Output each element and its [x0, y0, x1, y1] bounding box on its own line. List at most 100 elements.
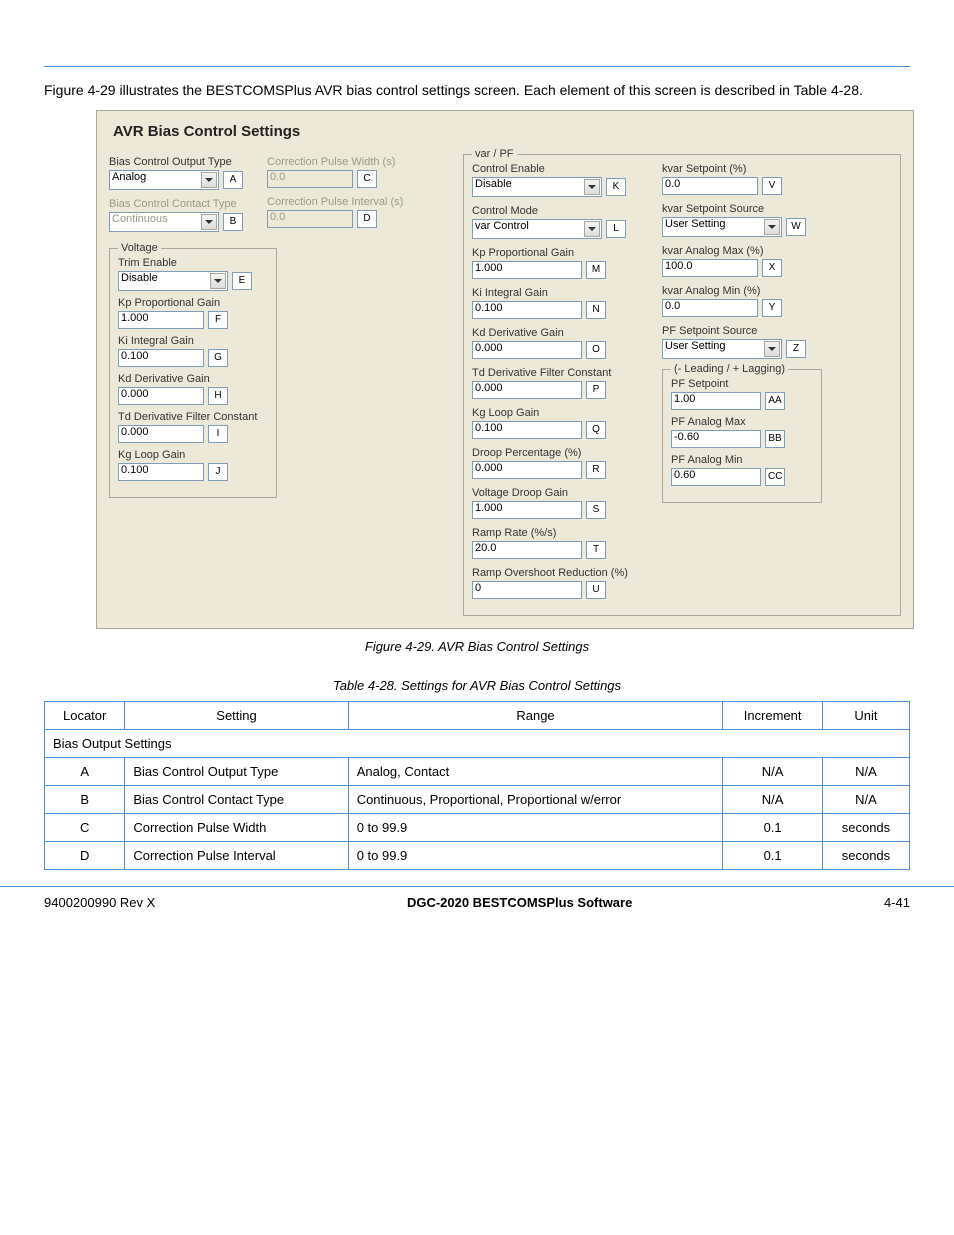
table-row: D Correction Pulse Interval 0 to 99.9 0.… [45, 841, 910, 869]
varpf-legend: var / PF [472, 148, 517, 160]
pf-ss-select[interactable]: User Setting [662, 339, 782, 359]
pf-amax-label: PF Analog Max [671, 416, 813, 428]
tag-cc: CC [765, 468, 785, 486]
ror-input[interactable]: 0 [472, 581, 582, 599]
tag-z: Z [786, 340, 806, 358]
kvar-amax-input[interactable]: 100.0 [662, 259, 758, 277]
voltage-legend: Voltage [118, 242, 161, 254]
p-kp-input[interactable]: 1.000 [472, 261, 582, 279]
droop-pct-input[interactable]: 0.000 [472, 461, 582, 479]
v-td-input[interactable]: 0.000 [118, 425, 204, 443]
tag-d: D [357, 210, 377, 228]
tag-h: H [208, 387, 228, 405]
control-mode-select[interactable]: var Control [472, 219, 602, 239]
droop-pct-label: Droop Percentage (%) [472, 447, 632, 459]
tag-x: X [762, 259, 782, 277]
tag-t: T [586, 541, 606, 559]
bias-contact-type-label: Bias Control Contact Type [109, 198, 243, 210]
v-ki-label: Ki Integral Gain [118, 335, 268, 347]
trim-enable-label: Trim Enable [118, 257, 268, 269]
footer-mid: DGC-2020 BESTCOMSPlus Software [407, 895, 632, 910]
intro-paragraph: Figure 4-29 illustrates the BESTCOMSPlus… [44, 81, 914, 100]
table-row: C Correction Pulse Width 0 to 99.9 0.1 s… [45, 813, 910, 841]
tag-b: B [223, 213, 243, 231]
p-kd-input[interactable]: 0.000 [472, 341, 582, 359]
p-kg-label: Kg Loop Gain [472, 407, 632, 419]
tag-j: J [208, 463, 228, 481]
trim-enable-select[interactable]: Disable [118, 271, 228, 291]
pf-ss-label: PF Setpoint Source [662, 325, 822, 337]
tag-u: U [586, 581, 606, 599]
tag-y: Y [762, 299, 782, 317]
tag-aa: AA [765, 392, 785, 410]
bias-contact-type-select: Continuous [109, 212, 219, 232]
v-kp-label: Kp Proportional Gain [118, 297, 268, 309]
tag-l: L [606, 220, 626, 238]
kvar-ss-label: kvar Setpoint Source [662, 203, 822, 215]
tag-v: V [762, 177, 782, 195]
kvar-amax-label: kvar Analog Max (%) [662, 245, 822, 257]
footer-right: 4-41 [884, 895, 910, 910]
footer-left: 9400200990 Rev X [44, 895, 155, 910]
tag-bb: BB [765, 430, 785, 448]
control-enable-select[interactable]: Disable [472, 177, 602, 197]
control-enable-label: Control Enable [472, 163, 632, 175]
tag-k: K [606, 178, 626, 196]
p-ki-label: Ki Integral Gain [472, 287, 632, 299]
p-kg-input[interactable]: 0.100 [472, 421, 582, 439]
group-bias-output: Bias Output Settings [45, 729, 910, 757]
tag-e: E [232, 272, 252, 290]
vdg-input[interactable]: 1.000 [472, 501, 582, 519]
figure-caption: Figure 4-29. AVR Bias Control Settings [0, 639, 954, 654]
tag-g: G [208, 349, 228, 367]
corr-pw-label: Correction Pulse Width (s) [267, 156, 403, 168]
tag-p: P [586, 381, 606, 399]
th-unit: Unit [822, 701, 909, 729]
pf-sp-input[interactable]: 1.00 [671, 392, 761, 410]
table-caption: Table 4-28. Settings for AVR Bias Contro… [0, 678, 954, 693]
p-td-input[interactable]: 0.000 [472, 381, 582, 399]
p-kd-label: Kd Derivative Gain [472, 327, 632, 339]
v-kd-label: Kd Derivative Gain [118, 373, 268, 385]
th-range: Range [348, 701, 723, 729]
tag-r: R [586, 461, 606, 479]
corr-pw-input: 0.0 [267, 170, 353, 188]
ramp-rate-label: Ramp Rate (%/s) [472, 527, 632, 539]
tag-a: A [223, 171, 243, 189]
tag-c: C [357, 170, 377, 188]
kvar-sp-label: kvar Setpoint (%) [662, 163, 822, 175]
v-kg-input[interactable]: 0.100 [118, 463, 204, 481]
tag-w: W [786, 218, 806, 236]
bias-output-type-select[interactable]: Analog [109, 170, 219, 190]
vdg-label: Voltage Droop Gain [472, 487, 632, 499]
tag-i: I [208, 425, 228, 443]
th-increment: Increment [723, 701, 823, 729]
v-ki-input[interactable]: 0.100 [118, 349, 204, 367]
panel-title: AVR Bias Control Settings [113, 123, 901, 140]
pf-amax-input[interactable]: -0.60 [671, 430, 761, 448]
v-kp-input[interactable]: 1.000 [118, 311, 204, 329]
v-td-label: Td Derivative Filter Constant [118, 411, 268, 423]
corr-pi-input: 0.0 [267, 210, 353, 228]
tag-o: O [586, 341, 606, 359]
v-kd-input[interactable]: 0.000 [118, 387, 204, 405]
table-row: A Bias Control Output Type Analog, Conta… [45, 757, 910, 785]
pf-amin-input[interactable]: 0.60 [671, 468, 761, 486]
p-ki-input[interactable]: 0.100 [472, 301, 582, 319]
lead-lag-legend: (- Leading / + Lagging) [671, 363, 788, 375]
tag-f: F [208, 311, 228, 329]
v-kg-label: Kg Loop Gain [118, 449, 268, 461]
ramp-rate-input[interactable]: 20.0 [472, 541, 582, 559]
kvar-ss-select[interactable]: User Setting [662, 217, 782, 237]
kvar-sp-input[interactable]: 0.0 [662, 177, 758, 195]
control-mode-label: Control Mode [472, 205, 632, 217]
kvar-amin-label: kvar Analog Min (%) [662, 285, 822, 297]
settings-table: Locator Setting Range Increment Unit Bia… [44, 701, 910, 870]
p-td-label: Td Derivative Filter Constant [472, 367, 632, 379]
bias-output-type-label: Bias Control Output Type [109, 156, 243, 168]
th-locator: Locator [45, 701, 125, 729]
tag-m: M [586, 261, 606, 279]
tag-n: N [586, 301, 606, 319]
th-setting: Setting [125, 701, 348, 729]
kvar-amin-input[interactable]: 0.0 [662, 299, 758, 317]
